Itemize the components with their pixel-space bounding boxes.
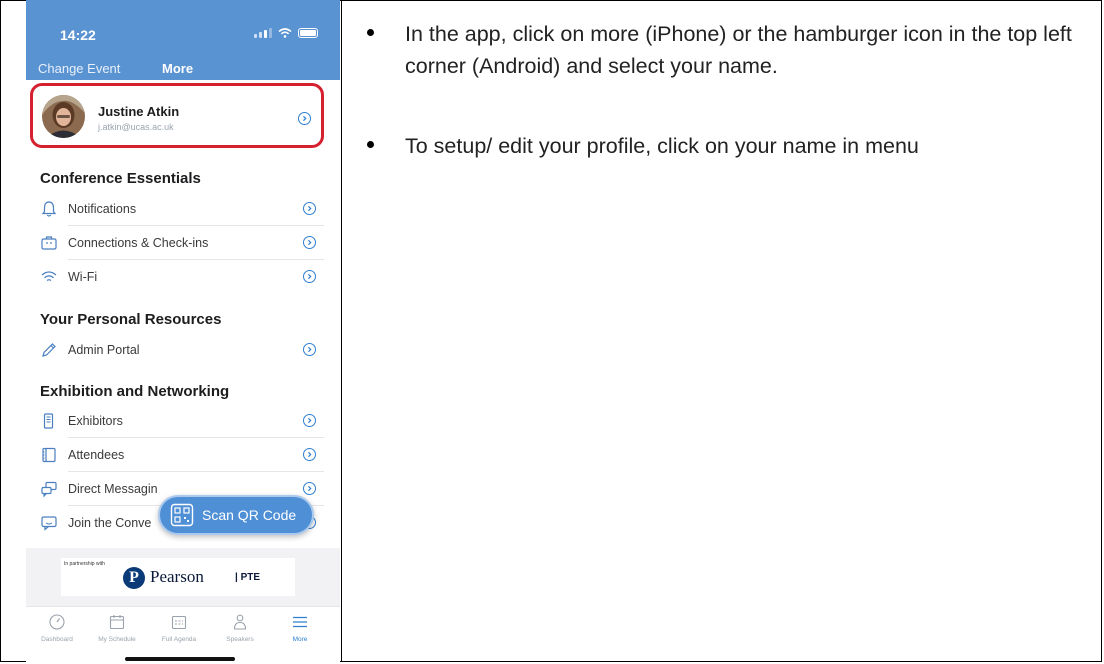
document-icon bbox=[43, 413, 54, 429]
tab-label: More bbox=[292, 636, 308, 643]
person-icon bbox=[233, 614, 247, 630]
sponsor-caption: In partnership with bbox=[64, 561, 105, 567]
book-icon bbox=[42, 447, 56, 463]
menu-item-label: Join the Conve bbox=[68, 516, 152, 530]
status-icons bbox=[254, 28, 318, 38]
bullet-dot bbox=[367, 141, 374, 148]
phone-screenshot: 14:22 Change Event More Justine Atkin j.… bbox=[26, 0, 340, 664]
briefcase-icon bbox=[41, 236, 57, 250]
chevron-right-icon bbox=[303, 270, 316, 283]
chat-bubbles-icon bbox=[41, 481, 57, 498]
menu-item-label: Exhibitors bbox=[68, 414, 123, 428]
tab-full-agenda[interactable]: Full Agenda bbox=[149, 613, 209, 643]
sponsor-name: Pearson bbox=[150, 567, 204, 586]
menu-item-wifi[interactable]: Wi-Fi bbox=[40, 260, 324, 294]
status-time: 14:22 bbox=[60, 27, 96, 43]
menu-item-label: Connections & Check-ins bbox=[68, 236, 209, 250]
agenda-icon bbox=[171, 615, 187, 630]
instruction-text: In the app, click on more (iPhone) or th… bbox=[405, 22, 1072, 78]
message-icon bbox=[41, 516, 57, 531]
battery-icon bbox=[298, 28, 318, 38]
chevron-right-icon bbox=[303, 202, 316, 215]
section-title-conference-essentials: Conference Essentials bbox=[40, 170, 201, 187]
chevron-right-icon bbox=[303, 482, 316, 495]
tab-speakers[interactable]: Speakers bbox=[210, 613, 270, 643]
tab-more[interactable]: More bbox=[270, 613, 330, 643]
chevron-right-icon bbox=[303, 343, 316, 356]
pencil-icon bbox=[42, 343, 56, 357]
calendar-icon bbox=[109, 615, 125, 630]
signal-icon bbox=[254, 28, 272, 38]
scan-qr-code-button[interactable]: Scan QR Code bbox=[158, 495, 314, 535]
hamburger-icon bbox=[293, 616, 307, 628]
profile-email: j.atkin@ucas.ac.uk bbox=[98, 122, 174, 132]
scan-qr-code-label: Scan QR Code bbox=[202, 507, 297, 523]
home-indicator bbox=[125, 657, 235, 661]
chevron-right-icon bbox=[298, 112, 311, 125]
qr-code-icon bbox=[170, 503, 194, 527]
menu-item-attendees[interactable]: Attendees bbox=[40, 438, 324, 472]
menu-item-exhibitors[interactable]: Exhibitors bbox=[40, 404, 324, 438]
menu-item-label: Wi-Fi bbox=[68, 270, 98, 284]
tab-my-schedule[interactable]: My Schedule bbox=[87, 613, 147, 643]
menu-item-label: Direct Messagin bbox=[68, 482, 158, 496]
app-header: 14:22 Change Event More bbox=[26, 0, 340, 80]
pearson-logo: P bbox=[123, 567, 145, 589]
tab-label: Full Agenda bbox=[161, 636, 197, 643]
tab-label: Speakers bbox=[226, 636, 254, 643]
profile-name: Justine Atkin bbox=[98, 104, 180, 119]
menu-item-label: Notifications bbox=[68, 202, 137, 216]
section-title-exhibition-networking: Exhibition and Networking bbox=[40, 383, 230, 400]
table-column-divider bbox=[341, 0, 342, 662]
wifi-icon bbox=[41, 271, 57, 281]
avatar bbox=[42, 95, 85, 138]
tab-label: Dashboard bbox=[41, 636, 73, 643]
bullet-dot bbox=[367, 29, 374, 36]
gauge-icon bbox=[49, 614, 65, 630]
instruction-text: To setup/ edit your profile, click on yo… bbox=[405, 134, 919, 158]
header-title: More bbox=[162, 61, 194, 76]
menu-item-admin-portal[interactable]: Admin Portal bbox=[40, 333, 324, 367]
menu-item-connections[interactable]: Connections & Check-ins bbox=[40, 226, 324, 260]
chevron-right-icon bbox=[303, 236, 316, 249]
bell-icon bbox=[41, 201, 57, 217]
chevron-right-icon bbox=[303, 414, 316, 427]
menu-item-label: Attendees bbox=[68, 448, 125, 462]
change-event-link[interactable]: Change Event bbox=[38, 61, 120, 76]
profile-card-highlighted[interactable]: Justine Atkin j.atkin@ucas.ac.uk bbox=[30, 83, 324, 148]
menu-item-notifications[interactable]: Notifications bbox=[40, 192, 324, 226]
wifi-status-icon bbox=[278, 28, 292, 38]
tab-label: My Schedule bbox=[98, 636, 136, 643]
tab-dashboard[interactable]: Dashboard bbox=[27, 613, 87, 643]
chevron-right-icon bbox=[303, 448, 316, 461]
menu-item-label: Admin Portal bbox=[68, 343, 140, 357]
section-title-personal-resources: Your Personal Resources bbox=[40, 311, 222, 328]
tab-bar: Dashboard My Schedule Full Agenda Speake… bbox=[26, 606, 340, 664]
sponsor-suffix: | PTE bbox=[235, 572, 261, 583]
